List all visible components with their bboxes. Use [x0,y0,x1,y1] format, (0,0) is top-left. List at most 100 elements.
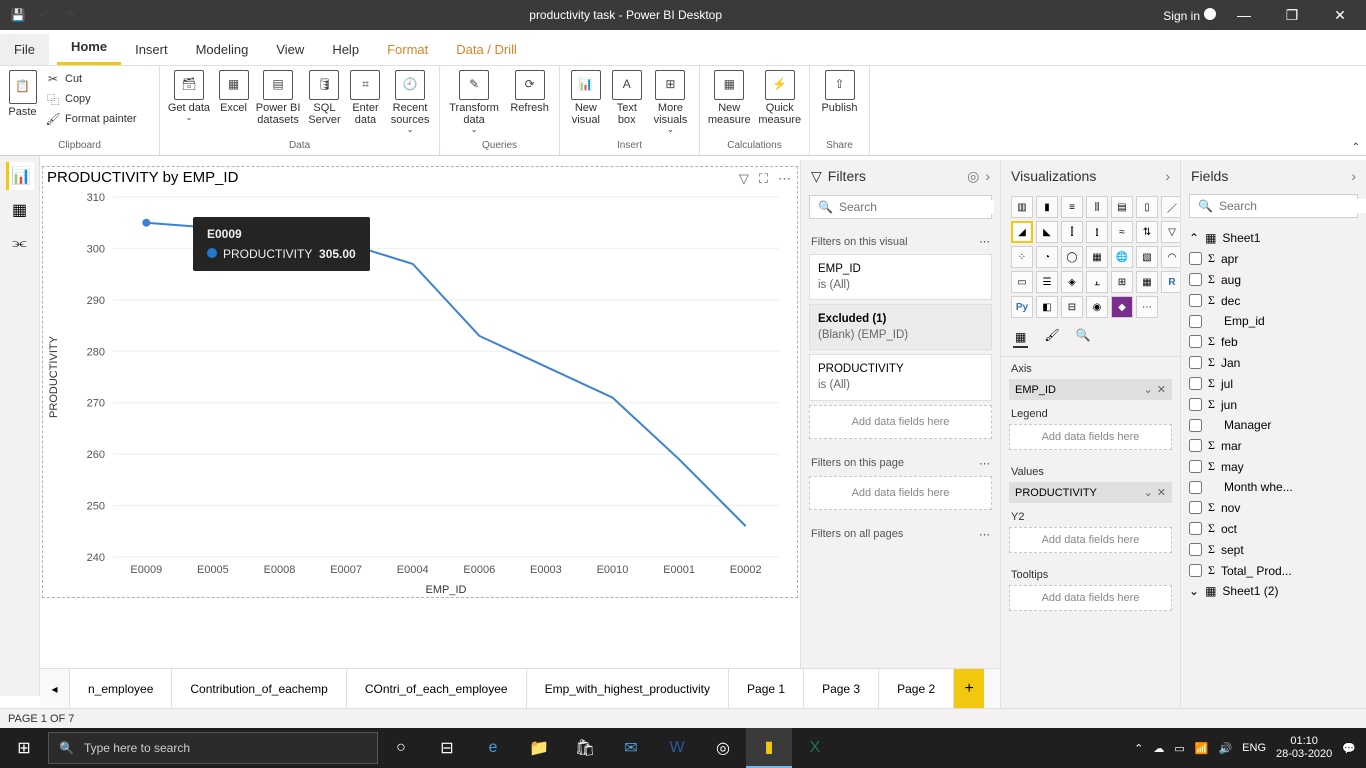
paste-button[interactable]: 📋Paste [6,70,39,118]
viz-kpi[interactable]: ◈ [1061,271,1083,293]
filters-search[interactable]: 🔍 [809,195,992,219]
fields-tab-icon[interactable]: ▦ [1013,328,1028,348]
visualization-picker[interactable]: ▥ ▮ ≡ ⫼ ▤ ▯ ／ ◢ ◣ ⫿ ⫾ ≈ ⇅ ▽ ⁘ ◔ ◯ ▦ 🌐 ▧ … [1001,190,1180,324]
fields-search-input[interactable] [1219,199,1366,213]
viz-card[interactable]: ▭ [1011,271,1033,293]
publish-button[interactable]: ⇧Publish [816,70,863,114]
tab-view[interactable]: View [262,34,318,65]
onedrive-icon[interactable]: ☁ [1153,742,1164,755]
mail-icon[interactable]: ✉ [608,728,654,768]
volume-icon[interactable]: 🔊 [1218,742,1232,755]
field-item[interactable]: Σmar [1187,435,1360,456]
field-checkbox[interactable] [1189,377,1202,390]
field-checkbox[interactable] [1189,315,1202,328]
filters-search-input[interactable] [839,200,994,214]
field-checkbox[interactable] [1189,419,1202,432]
remove-field-icon[interactable]: ✕ [1157,486,1166,499]
language-indicator[interactable]: ENG [1242,742,1266,754]
viz-matrix[interactable]: ▦ [1136,271,1158,293]
clock[interactable]: 01:1028-03-2020 [1276,735,1332,761]
filter-icon[interactable]: ▽ [739,171,749,187]
viz-filled-map[interactable]: ▧ [1136,246,1158,268]
viz-clustered-column[interactable]: ⫼ [1086,196,1108,218]
field-item[interactable]: ΣTotal_ Prod... [1187,560,1360,581]
signin-link[interactable]: Sign in [1163,8,1216,23]
field-checkbox[interactable] [1189,543,1202,556]
task-view-icon[interactable]: ⊟ [424,728,470,768]
report-view-button[interactable]: 📊 [6,162,34,190]
viz-python[interactable]: Py [1011,296,1033,318]
expand-icon[interactable]: ⌃ [1189,231,1199,245]
viz-line-option[interactable]: ／ [1161,196,1180,218]
field-checkbox[interactable] [1189,460,1202,473]
pagetab-page1[interactable]: Page 1 [729,669,804,708]
transform-data-button[interactable]: ✎Transform data⌄ [446,70,502,135]
refresh-button[interactable]: ⟳Refresh [506,70,553,114]
field-checkbox[interactable] [1189,481,1202,494]
pbi-datasets-button[interactable]: ▤Power BI datasets [255,70,301,126]
field-item[interactable]: Σoct [1187,518,1360,539]
viz-more[interactable]: ⋯ [1136,296,1158,318]
maximize-button[interactable]: ❐ [1272,7,1312,24]
viz-table[interactable]: ⊞ [1111,271,1133,293]
pagetab-emp-highest[interactable]: Emp_with_highest_productivity [527,669,729,708]
viz-ribbon[interactable]: ≈ [1111,221,1133,243]
filter-card-productivity[interactable]: PRODUCTIVITYis (All) [809,354,992,400]
viz-qna[interactable]: ◉ [1086,296,1108,318]
table-sheet1-2[interactable]: ⌄▦Sheet1 (2) [1187,581,1360,601]
notifications-icon[interactable]: 💬 [1342,742,1356,755]
quick-measure-button[interactable]: ⚡Quick measure [757,70,804,126]
edge-icon[interactable]: e [470,728,516,768]
viz-decomposition[interactable]: ⊟ [1061,296,1083,318]
viz-100-column[interactable]: ▯ [1136,196,1158,218]
chevron-down-icon[interactable]: ⌄ [1144,486,1153,499]
viz-multirow[interactable]: ☰ [1036,271,1058,293]
field-item[interactable]: Σmay [1187,456,1360,477]
taskbar-search[interactable]: 🔍 Type here to search [48,732,378,764]
viz-line-column[interactable]: ⫿ [1061,221,1083,243]
field-item[interactable]: Emp_id [1187,311,1360,331]
field-item[interactable]: Σapr [1187,248,1360,269]
collapse-ribbon-button[interactable]: ⌃ [1352,142,1360,153]
chrome-icon[interactable]: ◎ [700,728,746,768]
field-checkbox[interactable] [1189,522,1202,535]
filter-card-excluded[interactable]: Excluded (1)(Blank) (EMP_ID) [809,304,992,350]
store-icon[interactable]: 🛍 [562,728,608,768]
explorer-icon[interactable]: 📁 [516,728,562,768]
viz-scatter[interactable]: ⁘ [1011,246,1033,268]
tab-file[interactable]: File [0,34,49,65]
excel-icon[interactable]: X [792,728,838,768]
viz-pie[interactable]: ◔ [1036,246,1058,268]
pagetab-contri-each[interactable]: COntri_of_each_employee [347,669,527,708]
pagetab-n-employee[interactable]: n_employee [70,669,172,708]
viz-r[interactable]: R [1161,271,1180,293]
viz-funnel[interactable]: ▽ [1161,221,1180,243]
word-icon[interactable]: W [654,728,700,768]
collapse-fields-icon[interactable]: › [1351,168,1356,184]
remove-field-icon[interactable]: ✕ [1157,383,1166,396]
field-checkbox[interactable] [1189,252,1202,265]
values-field-productivity[interactable]: PRODUCTIVITY⌄✕ [1009,482,1172,503]
section-menu-icon[interactable]: ⋯ [979,528,990,541]
tooltips-dropwell[interactable]: Add data fields here [1009,585,1172,611]
field-checkbox[interactable] [1189,564,1202,577]
format-painter-button[interactable]: 🖌Format painter [43,110,153,128]
field-checkbox[interactable] [1189,335,1202,348]
data-view-button[interactable]: ▦ [6,196,34,224]
viz-100-bar[interactable]: ▤ [1111,196,1133,218]
pagetab-contribution[interactable]: Contribution_of_eachemp [172,669,346,708]
field-checkbox[interactable] [1189,294,1202,307]
viz-waterfall[interactable]: ⇅ [1136,221,1158,243]
close-button[interactable]: ✕ [1320,7,1360,24]
field-checkbox[interactable] [1189,439,1202,452]
wifi-icon[interactable]: 📶 [1195,742,1209,755]
sql-server-button[interactable]: 🛢SQL Server [305,70,344,126]
pagetab-page3[interactable]: Page 3 [804,669,879,708]
tab-datadrill[interactable]: Data / Drill [442,34,531,65]
save-icon[interactable]: 💾 [10,7,26,23]
viz-key-influencers[interactable]: ◧ [1036,296,1058,318]
excel-button[interactable]: ▦Excel [216,70,251,114]
cortana-icon[interactable]: ○ [378,728,424,768]
filters-page-dropwell[interactable]: Add data fields here [809,476,992,510]
copy-button[interactable]: ⿻Copy [43,90,153,108]
